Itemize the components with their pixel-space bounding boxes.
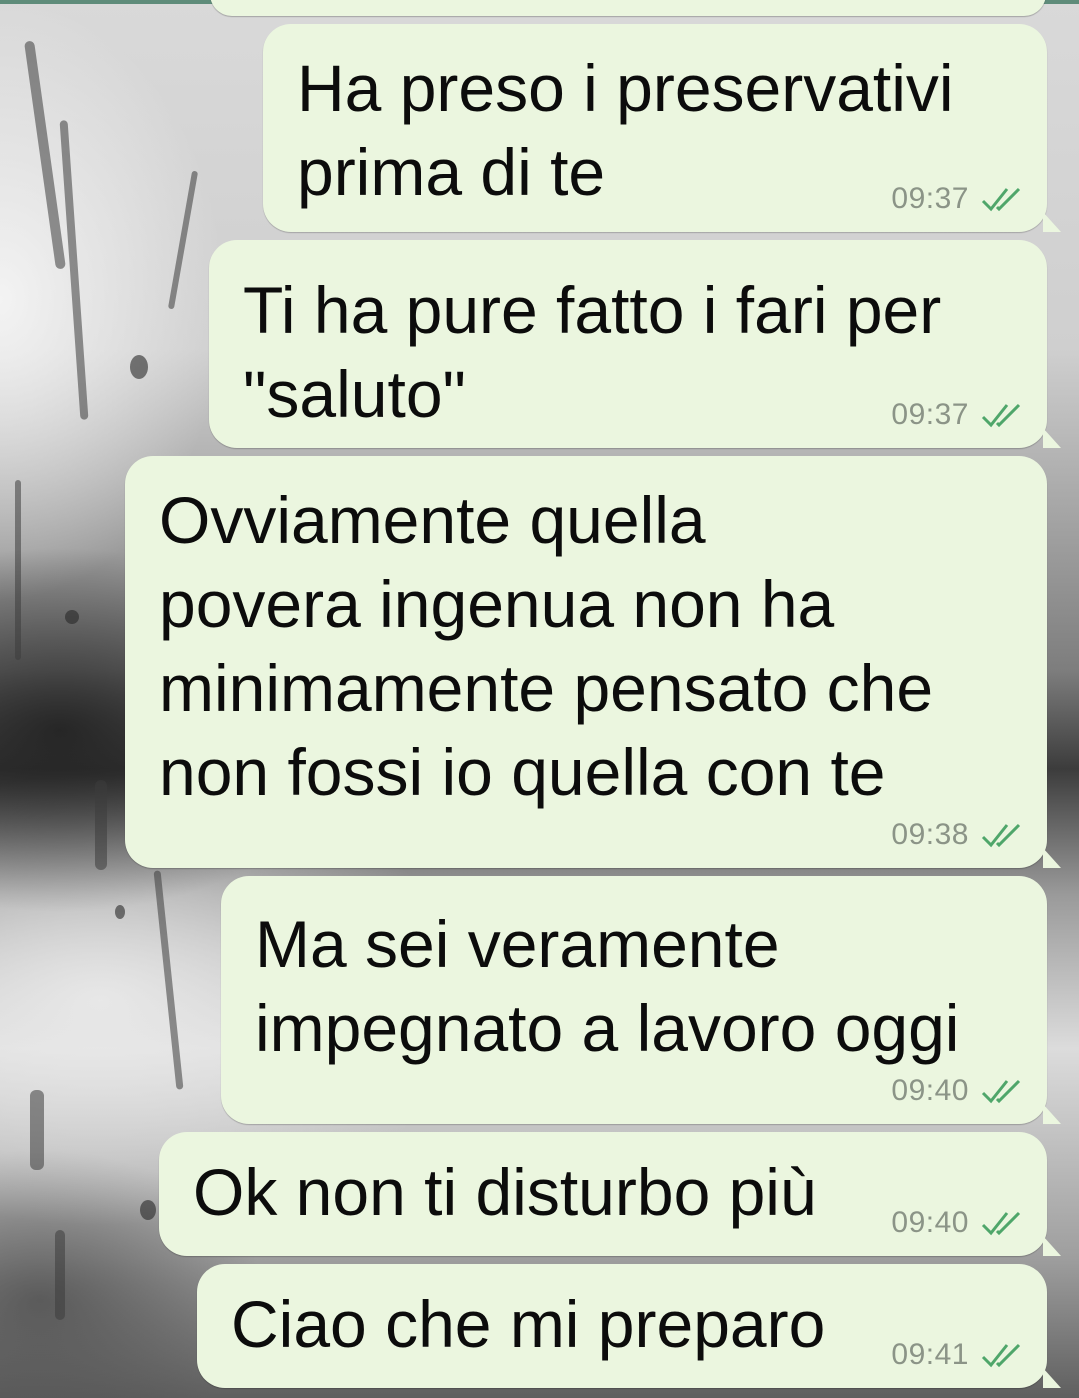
previous-message-bubble[interactable] (210, 0, 1046, 16)
message-time: 09:41 (891, 1338, 969, 1371)
message-text: Ti ha pure fatto i fari per "saluto" (243, 273, 942, 431)
double-check-icon (981, 1079, 1021, 1104)
message-text: Ok non ti disturbo più (193, 1155, 817, 1229)
bubble-tail (1043, 1368, 1061, 1388)
message-time: 09:38 (891, 818, 969, 851)
message-bubble[interactable]: Ha preso i preservativi prima di te 09:3… (263, 24, 1061, 232)
message-time: 09:40 (891, 1206, 969, 1239)
double-check-icon (981, 1343, 1021, 1368)
message-bubble[interactable]: Ok non ti disturbo più 09:40 (159, 1132, 1061, 1256)
message-text: Ciao che mi preparo (231, 1287, 826, 1361)
double-check-icon (981, 1211, 1021, 1236)
bubble-tail (1043, 1236, 1061, 1256)
message-bubble[interactable]: Ma sei veramente impegnato a lavoro oggi… (221, 876, 1061, 1124)
message-time: 09:37 (891, 398, 969, 431)
message-meta: 09:40 (891, 1074, 1025, 1108)
message-meta: 09:38 (891, 818, 1025, 852)
message-time: 09:37 (891, 182, 969, 215)
message-text: Ovviamente quella povera ingenua non ha … (159, 483, 934, 809)
double-check-icon (981, 823, 1021, 848)
bubble-tail (1043, 212, 1061, 232)
message-text: Ha preso i preservativi prima di te (297, 51, 954, 209)
message-meta: 09:41 (891, 1338, 1025, 1372)
message-text: Ma sei veramente impegnato a lavoro oggi (255, 907, 960, 1065)
message-meta: 09:37 (891, 182, 1025, 216)
double-check-icon (981, 403, 1021, 428)
message-time: 09:40 (891, 1074, 969, 1107)
bubble-tail (1043, 428, 1061, 448)
message-meta: 09:37 (891, 398, 1025, 432)
double-check-icon (981, 187, 1021, 212)
message-meta: 09:40 (891, 1206, 1025, 1240)
bubble-tail (1043, 848, 1061, 868)
message-bubble[interactable]: Ciao che mi preparo 09:41 (197, 1264, 1061, 1388)
bubble-tail (1043, 1104, 1061, 1124)
message-bubble[interactable]: Ti ha pure fatto i fari per "saluto" 09:… (209, 240, 1061, 448)
message-bubble[interactable]: Ovviamente quella povera ingenua non ha … (125, 456, 1061, 868)
